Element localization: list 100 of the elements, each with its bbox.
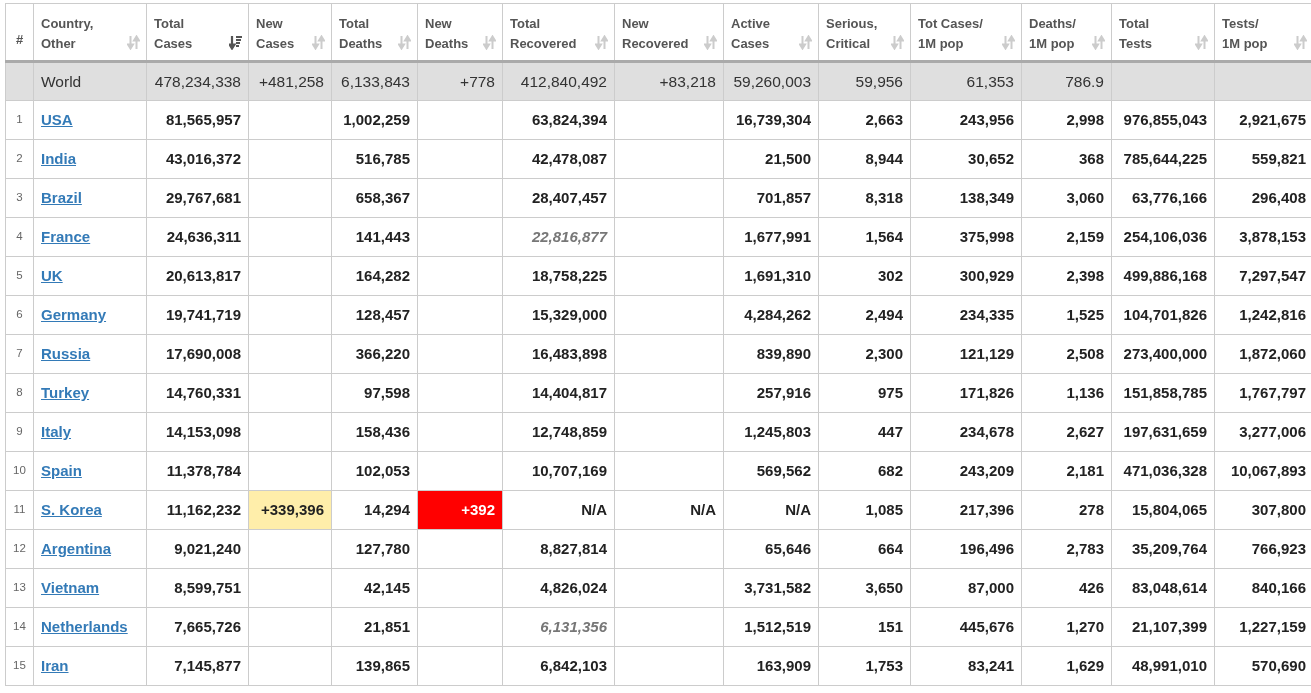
table-cell: 14,294 <box>364 500 410 518</box>
table-cell: 59,956 <box>855 72 903 90</box>
sort-icon[interactable] <box>1294 35 1307 50</box>
table-cell: 104,701,826 <box>1123 305 1207 323</box>
sort-icon[interactable] <box>398 35 411 50</box>
table-cell: 1,629 <box>1066 656 1104 674</box>
row-number: 5 <box>16 269 23 282</box>
table-cell: 499,886,168 <box>1123 266 1207 284</box>
table-cell: 3,060 <box>1066 188 1104 206</box>
table-cell: 471,036,328 <box>1123 461 1207 479</box>
row-number: 14 <box>13 620 26 633</box>
country-link[interactable]: UK <box>41 266 63 284</box>
sort-icon[interactable] <box>799 35 812 50</box>
table-cell: 1,085 <box>865 500 903 518</box>
country-link[interactable]: Iran <box>41 656 69 674</box>
table-cell: 21,107,399 <box>1131 617 1207 635</box>
country-link[interactable]: France <box>41 227 91 245</box>
table-cell: 447 <box>877 422 903 440</box>
table-cell: 28,407,457 <box>531 188 607 206</box>
table-cell: 976,855,043 <box>1123 110 1207 128</box>
table-cell: 296,408 <box>1251 188 1306 206</box>
sort-icon[interactable] <box>483 35 496 50</box>
sort-icon[interactable] <box>127 35 140 50</box>
table-cell: N/A <box>581 500 607 518</box>
table-cell: 61,353 <box>966 72 1014 90</box>
table-cell: 65,646 <box>765 539 811 557</box>
table-cell: 243,209 <box>959 461 1014 479</box>
table-cell: 3,277,006 <box>1239 422 1306 440</box>
table-cell: 234,335 <box>959 305 1014 323</box>
table-cell: 1,564 <box>865 227 903 245</box>
table-cell: 1,525 <box>1066 305 1104 323</box>
row-number: 12 <box>13 542 26 555</box>
row-number: 4 <box>16 230 23 243</box>
country-link[interactable]: Spain <box>41 461 82 479</box>
country-link[interactable]: Russia <box>41 344 91 362</box>
table-cell: 2,508 <box>1066 344 1104 362</box>
table-cell: 14,404,817 <box>531 383 607 401</box>
estimated-value: 6,131,356 <box>540 617 607 635</box>
table-cell: 196,496 <box>959 539 1014 557</box>
table-cell: 43,016,372 <box>165 149 241 167</box>
table-cell: 786.9 <box>1065 72 1104 90</box>
table-cell: 151 <box>877 617 903 635</box>
table-cell: 254,106,036 <box>1123 227 1207 245</box>
table-cell: 81,565,957 <box>165 110 241 128</box>
table-cell: N/A <box>690 500 716 518</box>
row-number: 2 <box>16 152 23 165</box>
table-cell: 8,318 <box>865 188 903 206</box>
table-cell: 412,840,492 <box>520 72 607 90</box>
table-cell: 2,627 <box>1066 422 1104 440</box>
row-number: 6 <box>16 308 23 321</box>
table-cell: 839,890 <box>756 344 811 362</box>
table-cell: 569,562 <box>756 461 811 479</box>
table-cell: 278 <box>1078 500 1104 518</box>
country-link[interactable]: Brazil <box>41 188 82 206</box>
table-cell: 59,260,003 <box>733 72 811 90</box>
table-cell: 368 <box>1078 149 1104 167</box>
world-label: World <box>41 72 82 90</box>
row-number: 3 <box>16 191 23 204</box>
table-cell: 15,804,065 <box>1131 500 1207 518</box>
country-link[interactable]: Turkey <box>41 383 90 401</box>
table-cell: 16,739,304 <box>735 110 811 128</box>
table-cell: 217,396 <box>959 500 1014 518</box>
sort-icon[interactable] <box>1002 35 1015 50</box>
table-cell: 42,478,087 <box>531 149 607 167</box>
table-cell: 375,998 <box>959 227 1014 245</box>
table-cell: 141,443 <box>355 227 410 245</box>
country-link[interactable]: Italy <box>41 422 71 440</box>
country-link[interactable]: USA <box>41 110 73 128</box>
table-cell: 559,821 <box>1251 149 1306 167</box>
table-cell: 307,800 <box>1251 500 1306 518</box>
table-cell: 197,631,659 <box>1123 422 1207 440</box>
row-number: 15 <box>13 659 26 672</box>
table-cell: 7,297,547 <box>1239 266 1306 284</box>
table-cell: 102,053 <box>355 461 410 479</box>
table-cell: 97,598 <box>364 383 410 401</box>
table-cell: 300,929 <box>959 266 1014 284</box>
table-cell: 478,234,338 <box>154 72 241 90</box>
table-cell: 16,483,898 <box>531 344 607 362</box>
sort-icon[interactable] <box>891 35 904 50</box>
table-cell: 785,644,225 <box>1123 149 1207 167</box>
table-cell: 11,378,784 <box>166 461 241 479</box>
table-cell: 30,652 <box>968 149 1014 167</box>
sort-icon[interactable] <box>704 35 717 50</box>
table-cell: 243,956 <box>959 110 1014 128</box>
table-cell: 121,129 <box>959 344 1014 362</box>
alert-cell: +392 <box>417 490 503 530</box>
sort-icon[interactable] <box>595 35 608 50</box>
sort-icon[interactable] <box>1092 35 1105 50</box>
table-cell: 15,329,000 <box>531 305 607 323</box>
table-cell: 7,665,726 <box>174 617 241 635</box>
table-cell: 18,758,225 <box>531 266 607 284</box>
table-cell: 1,677,991 <box>744 227 811 245</box>
table-cell: 257,916 <box>756 383 811 401</box>
table-cell: 24,636,311 <box>166 227 241 245</box>
table-cell: 6,133,843 <box>341 72 410 90</box>
country-link[interactable]: India <box>41 149 76 167</box>
sort-descending-icon[interactable] <box>229 35 242 50</box>
row-number: 13 <box>13 581 26 594</box>
sort-icon[interactable] <box>1195 35 1208 50</box>
sort-icon[interactable] <box>312 35 325 50</box>
